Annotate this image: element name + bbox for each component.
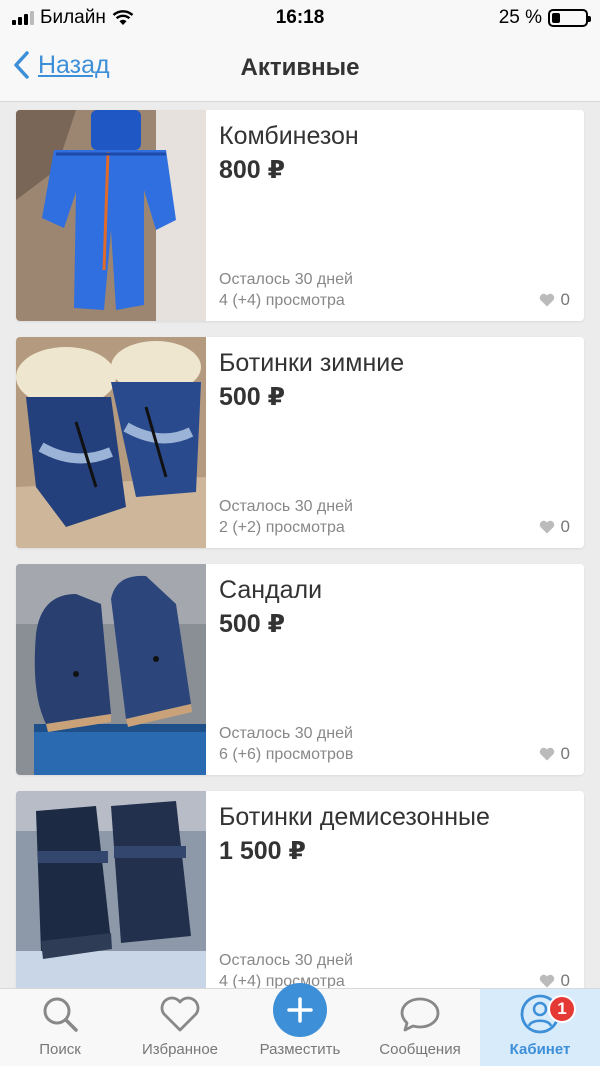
status-bar: Билайн 16:18 25 % <box>0 0 600 36</box>
tab-label: Поиск <box>39 1041 81 1058</box>
listing-views: 4 (+4) просмотра <box>219 292 345 309</box>
nav-bar: Назад Активные <box>0 36 600 102</box>
heart-icon <box>539 974 554 988</box>
battery-fill <box>552 13 560 23</box>
listing-views: 6 (+6) просмотров <box>219 746 354 763</box>
listing-card[interactable]: Ботинки зимние 500 ₽ Осталось 30 дней 2 … <box>16 337 584 548</box>
listing-meta: Осталось 30 дней 4 (+4) просмотра <box>219 269 353 311</box>
listing-photo <box>16 337 206 548</box>
likes-count: 0 <box>560 517 570 536</box>
listing-card[interactable]: Сандали 500 ₽ Осталось 30 дней 6 (+6) пр… <box>16 564 584 775</box>
wifi-icon <box>112 10 134 25</box>
carrier-label: Билайн <box>40 7 106 28</box>
chat-bubble-icon <box>398 991 442 1037</box>
tab-bar: Поиск Избранное Разместить Сообщения Каб… <box>0 983 600 1066</box>
listing-photo <box>16 564 206 775</box>
listing-info: Ботинки демисезонные 1 500 ₽ Осталось 30… <box>206 791 584 1002</box>
tab-label: Избранное <box>141 1041 219 1058</box>
listing-photo <box>16 791 206 1002</box>
listing-remaining: Осталось 30 дней <box>219 952 353 969</box>
listing-views: 2 (+2) просмотра <box>219 519 345 536</box>
battery-percent: 25 % <box>498 7 542 28</box>
search-icon <box>40 991 80 1037</box>
page-title: Активные <box>240 54 360 81</box>
listing-likes: 0 <box>539 744 570 764</box>
listing-likes: 0 <box>539 290 570 310</box>
listing-title: Комбинезон <box>219 122 359 150</box>
likes-count: 0 <box>560 290 570 309</box>
status-left: Билайн <box>12 7 134 29</box>
heart-icon <box>539 520 554 534</box>
tab-cabinet[interactable]: Кабинет 1 <box>480 989 600 1066</box>
listing-photo <box>16 110 206 321</box>
listing-meta: Осталось 30 дней 2 (+2) просмотра <box>219 496 353 538</box>
listing-remaining: Осталось 30 дней <box>219 271 353 288</box>
listing-remaining: Осталось 30 дней <box>219 725 353 742</box>
listing-likes: 0 <box>539 517 570 537</box>
tab-label: Кабинет <box>509 1041 571 1058</box>
listing-card[interactable]: Ботинки демисезонные 1 500 ₽ Осталось 30… <box>16 791 584 1002</box>
listing-info: Комбинезон 800 ₽ Осталось 30 дней 4 (+4)… <box>206 110 584 321</box>
tab-post[interactable]: Разместить <box>240 983 360 1066</box>
status-right: 25 % <box>498 7 591 29</box>
heart-icon <box>159 991 201 1037</box>
tab-search[interactable]: Поиск <box>0 989 120 1066</box>
likes-count: 0 <box>560 744 570 763</box>
listing-remaining: Осталось 30 дней <box>219 498 353 515</box>
signal-icon <box>12 11 34 25</box>
listing-info: Ботинки зимние 500 ₽ Осталось 30 дней 2 … <box>206 337 584 548</box>
listings-list: Комбинезон 800 ₽ Осталось 30 дней 4 (+4)… <box>16 110 584 1018</box>
listing-price: 800 ₽ <box>219 155 286 184</box>
listing-title: Сандали <box>219 576 323 604</box>
listing-price: 500 ₽ <box>219 609 286 638</box>
listing-price: 500 ₽ <box>219 382 286 411</box>
listing-meta: Осталось 30 дней 6 (+6) просмотров <box>219 723 353 765</box>
heart-icon <box>539 293 554 307</box>
tab-label: Сообщения <box>379 1041 461 1058</box>
listing-info: Сандали 500 ₽ Осталось 30 дней 6 (+6) пр… <box>206 564 584 775</box>
tab-label: Разместить <box>259 1041 341 1058</box>
listing-price: 1 500 ₽ <box>219 836 306 865</box>
tab-favorites[interactable]: Избранное <box>120 989 240 1066</box>
listing-card[interactable]: Комбинезон 800 ₽ Осталось 30 дней 4 (+4)… <box>16 110 584 321</box>
tab-messages[interactable]: Сообщения <box>360 989 480 1066</box>
listing-title: Ботинки демисезонные <box>219 803 490 831</box>
heart-icon <box>539 747 554 761</box>
listing-title: Ботинки зимние <box>219 349 405 377</box>
plus-icon <box>273 983 327 1037</box>
notification-badge: 1 <box>548 995 576 1023</box>
battery-icon <box>548 9 591 27</box>
